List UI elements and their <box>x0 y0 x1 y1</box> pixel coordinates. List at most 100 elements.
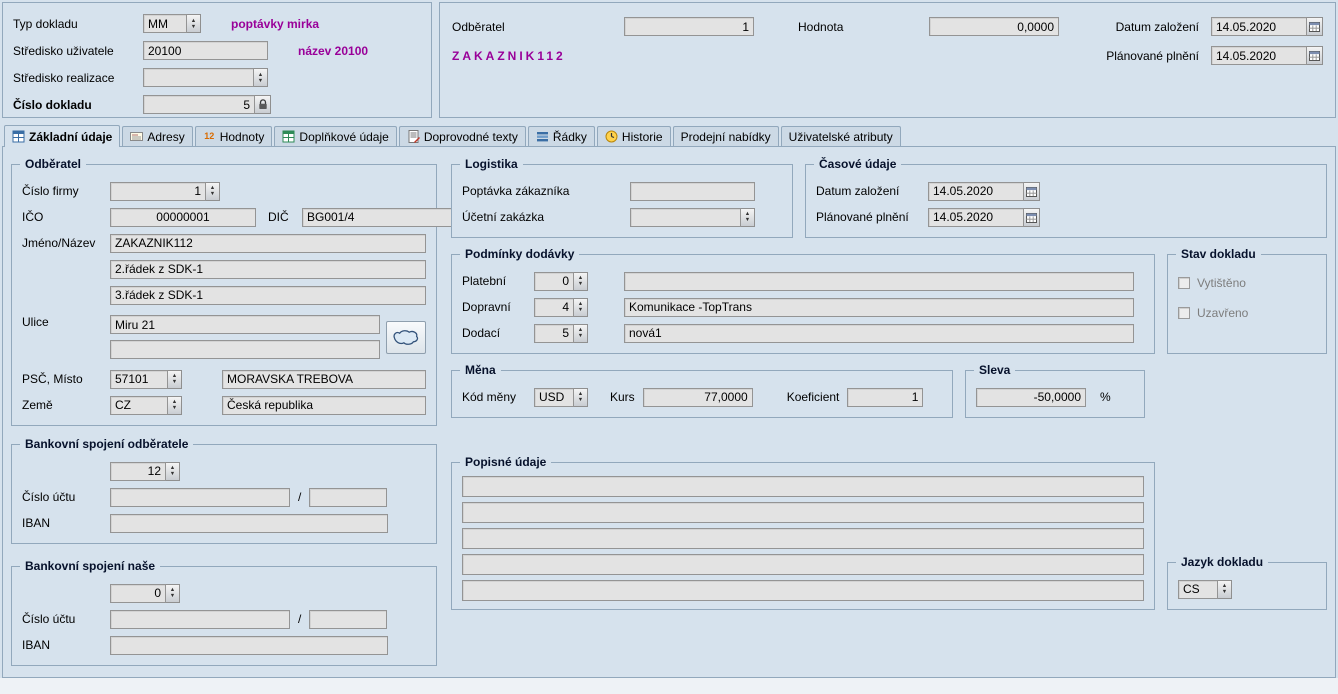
kod-banky-input[interactable] <box>309 488 387 507</box>
header-right-panel: Odběratel Hodnota Datum založení ZAKAZNI… <box>439 2 1336 118</box>
dopravni-code-input[interactable] <box>534 298 574 317</box>
popisne-line-input[interactable] <box>462 580 1144 601</box>
popisne-line-input[interactable] <box>462 502 1144 523</box>
tab-adresy[interactable]: Adresy <box>122 126 192 146</box>
cislo-dokladu-input[interactable] <box>143 95 255 114</box>
iban-input[interactable] <box>110 636 388 655</box>
spinner-button[interactable]: ▲▼ <box>741 208 755 227</box>
dic-input[interactable] <box>302 208 467 227</box>
bank-poradi-input[interactable] <box>110 462 166 481</box>
jmeno-line3-input[interactable] <box>110 286 426 305</box>
stav-dokladu-groupbox: Stav dokladu Vytištěno Uzavřeno <box>1167 254 1327 354</box>
ulice-input[interactable] <box>110 315 380 334</box>
spinner-button[interactable]: ▲▼ <box>254 68 268 87</box>
tab-doplnkove-udaje[interactable]: Doplňkové údaje <box>274 126 396 146</box>
calendar-button[interactable] <box>1307 17 1323 36</box>
popisne-line-input[interactable] <box>462 554 1144 575</box>
datum-zalozeni-field <box>928 182 1040 201</box>
map-button[interactable] <box>386 321 426 354</box>
tab-historie[interactable]: Historie <box>597 126 671 146</box>
spinner-down-icon: ▼ <box>578 397 583 403</box>
planovane-plneni-label: Plánované plnění <box>816 210 928 224</box>
dodaci-text-input[interactable] <box>624 324 1134 343</box>
kod-meny-input[interactable] <box>534 388 574 407</box>
spinner-button[interactable]: ▲▼ <box>168 396 182 415</box>
dopravni-text-input[interactable] <box>624 298 1134 317</box>
planovane-plneni-input[interactable] <box>1211 46 1307 65</box>
zeme-input[interactable] <box>110 396 168 415</box>
ico-input[interactable] <box>110 208 256 227</box>
popisne-line-input[interactable] <box>462 476 1144 497</box>
spinner-down-icon: ▼ <box>258 78 263 84</box>
datum-zalozeni-label: Datum založení <box>816 184 928 198</box>
typ-dokladu-input[interactable] <box>143 14 187 33</box>
tab-hodnoty[interactable]: 12 Hodnoty <box>195 126 273 146</box>
right-region: Logistika Poptávka zákazníka Účetní zaká… <box>451 164 1327 669</box>
spinner-button[interactable]: ▲▼ <box>574 298 588 317</box>
tab-doprovodne-texty[interactable]: Doprovodné texty <box>399 126 526 146</box>
jmeno-input[interactable] <box>110 234 426 253</box>
datum-zalozeni-input[interactable] <box>1211 17 1307 36</box>
spinner-button[interactable]: ▲▼ <box>574 272 588 291</box>
spinner-button[interactable]: ▲▼ <box>1218 580 1232 599</box>
jmeno-line2-input[interactable] <box>110 260 426 279</box>
planovane-plneni-input[interactable] <box>928 208 1024 227</box>
field-row-iban: IBAN <box>22 632 426 658</box>
header: Typ dokladu ▲▼ poptávky mirka Středisko … <box>0 0 1338 118</box>
calendar-icon <box>1026 212 1037 223</box>
psc-combo: ▲▼ <box>110 370 182 389</box>
zakazka-input[interactable] <box>630 208 741 227</box>
tab-zakladni-udaje[interactable]: Základní údaje <box>4 125 120 147</box>
lock-button[interactable] <box>255 95 271 114</box>
hodnota-input[interactable] <box>929 17 1059 36</box>
popisne-line-input[interactable] <box>462 528 1144 549</box>
stredisko-realizace-input[interactable] <box>143 68 254 87</box>
spinner-button[interactable]: ▲▼ <box>574 388 588 407</box>
calendar-button[interactable] <box>1024 208 1040 227</box>
iban-input[interactable] <box>110 514 388 533</box>
spinner-button[interactable]: ▲▼ <box>574 324 588 343</box>
cislo-firmy-input[interactable] <box>110 182 206 201</box>
zeme-nazev-input[interactable] <box>222 396 426 415</box>
spinner-button[interactable]: ▲▼ <box>166 462 180 481</box>
vytisteno-checkbox[interactable] <box>1178 277 1190 289</box>
groupbox-title: Bankovní spojení naše <box>20 559 160 573</box>
odberatel-number-input[interactable] <box>624 17 754 36</box>
sleva-input[interactable] <box>976 388 1086 407</box>
uzavreno-checkbox[interactable] <box>1178 307 1190 319</box>
tab-prodejni-nabidky[interactable]: Prodejní nabídky <box>673 126 779 146</box>
poptavka-input[interactable] <box>630 182 755 201</box>
kod-banky-input[interactable] <box>309 610 387 629</box>
jazyk-input[interactable] <box>1178 580 1218 599</box>
casove-udaje-groupbox: Časové údaje Datum založení Plánované pl… <box>805 164 1327 238</box>
spinner-button[interactable]: ▲▼ <box>166 584 180 603</box>
field-row-psc-misto: PSČ, Místo ▲▼ <box>22 366 426 392</box>
spinner-button[interactable]: ▲▼ <box>187 14 201 33</box>
iban-label: IBAN <box>22 638 110 652</box>
bank-poradi-input[interactable] <box>110 584 166 603</box>
calendar-button[interactable] <box>1024 182 1040 201</box>
tab-uzivatelske-atributy[interactable]: Uživatelské atributy <box>781 126 901 146</box>
dodaci-code-input[interactable] <box>534 324 574 343</box>
stredisko-uzivatele-input[interactable] <box>143 41 268 60</box>
cislo-firmy-combo: ▲▼ <box>110 182 220 201</box>
psc-input[interactable] <box>110 370 168 389</box>
spinner-button[interactable]: ▲▼ <box>206 182 220 201</box>
ulice-line2-input[interactable] <box>110 340 380 359</box>
spinner-button[interactable]: ▲▼ <box>168 370 182 389</box>
kod-meny-combo: ▲▼ <box>534 388 588 407</box>
bank-nase-groupbox: Bankovní spojení naše ▲▼ Číslo účtu / IB… <box>11 566 437 666</box>
calendar-button[interactable] <box>1307 46 1323 65</box>
cislo-uctu-input[interactable] <box>110 488 290 507</box>
platebni-combo: ▲▼ <box>534 272 588 291</box>
odberatel-label: Odběratel <box>452 20 624 34</box>
platebni-code-input[interactable] <box>534 272 574 291</box>
cislo-uctu-input[interactable] <box>110 610 290 629</box>
datum-zalozeni-input[interactable] <box>928 182 1024 201</box>
koeficient-input[interactable] <box>847 388 923 407</box>
platebni-text-input[interactable] <box>624 272 1134 291</box>
tab-radky[interactable]: Řádky <box>528 126 595 146</box>
misto-input[interactable] <box>222 370 426 389</box>
mena-groupbox: Měna Kód měny ▲▼ Kurs Koeficient <box>451 370 953 418</box>
kurs-input[interactable] <box>643 388 753 407</box>
